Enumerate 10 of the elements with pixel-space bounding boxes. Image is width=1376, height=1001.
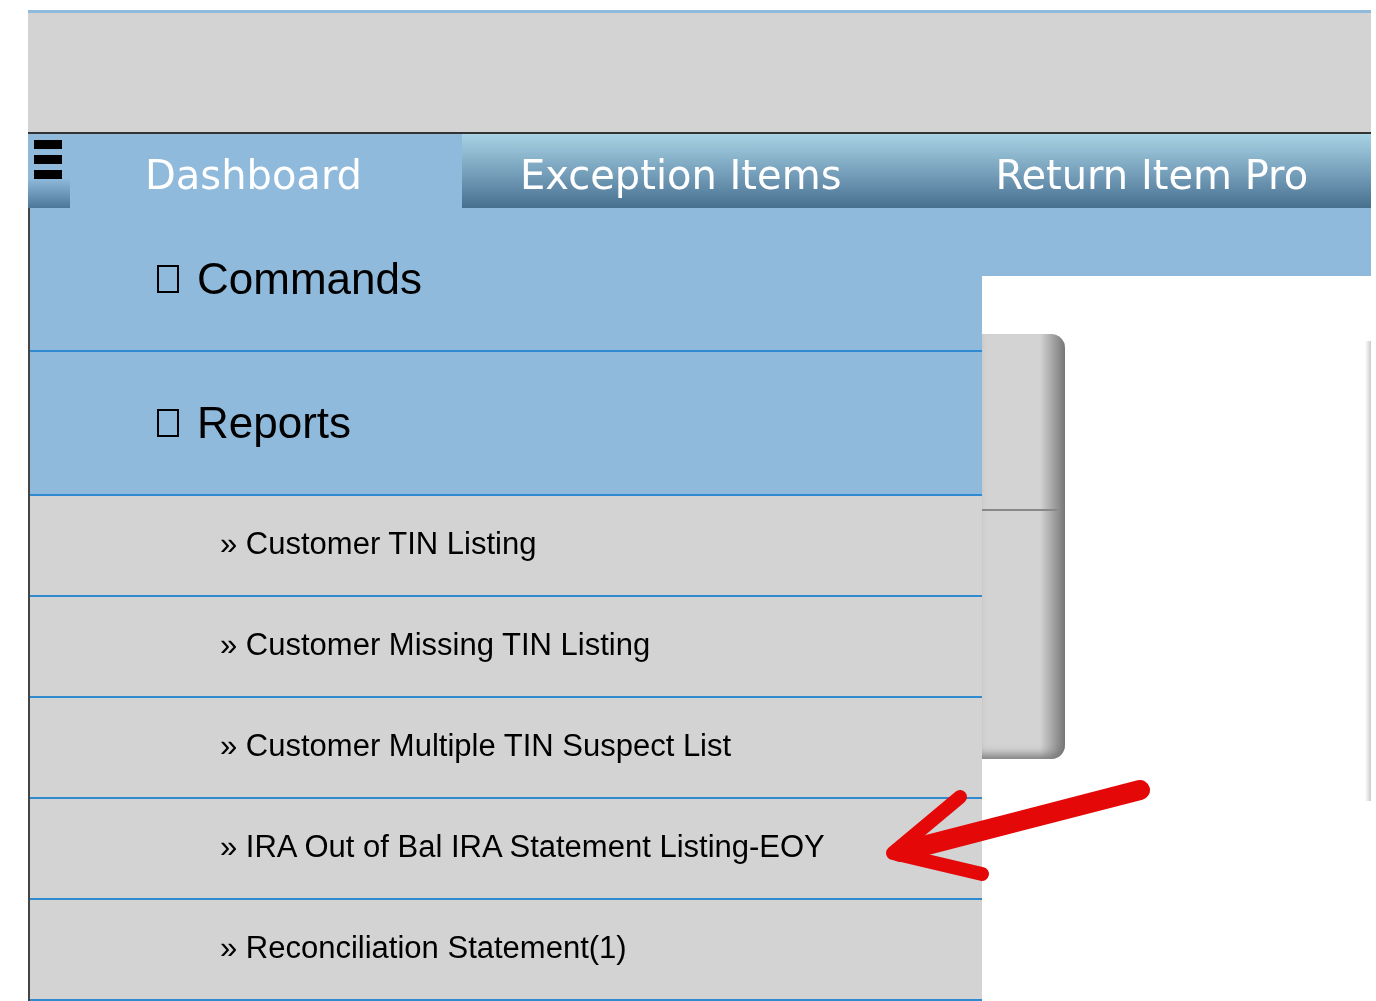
section-title: Reports — [197, 398, 352, 448]
section-header[interactable]: Commands — [30, 208, 982, 352]
square-icon — [157, 265, 179, 293]
report-link[interactable]: » Customer TIN Listing — [30, 496, 982, 597]
report-link[interactable]: » Reconciliation Statement(1) — [30, 900, 982, 1001]
report-link[interactable]: » Customer Multiple TIN Suspect List — [30, 698, 982, 799]
section-title: Commands — [197, 254, 422, 304]
report-link[interactable]: » Customer Missing TIN Listing — [30, 597, 982, 698]
square-icon — [157, 409, 179, 437]
report-link[interactable]: » IRA Out of Bal IRA Statement Listing-EOY — [30, 799, 982, 900]
